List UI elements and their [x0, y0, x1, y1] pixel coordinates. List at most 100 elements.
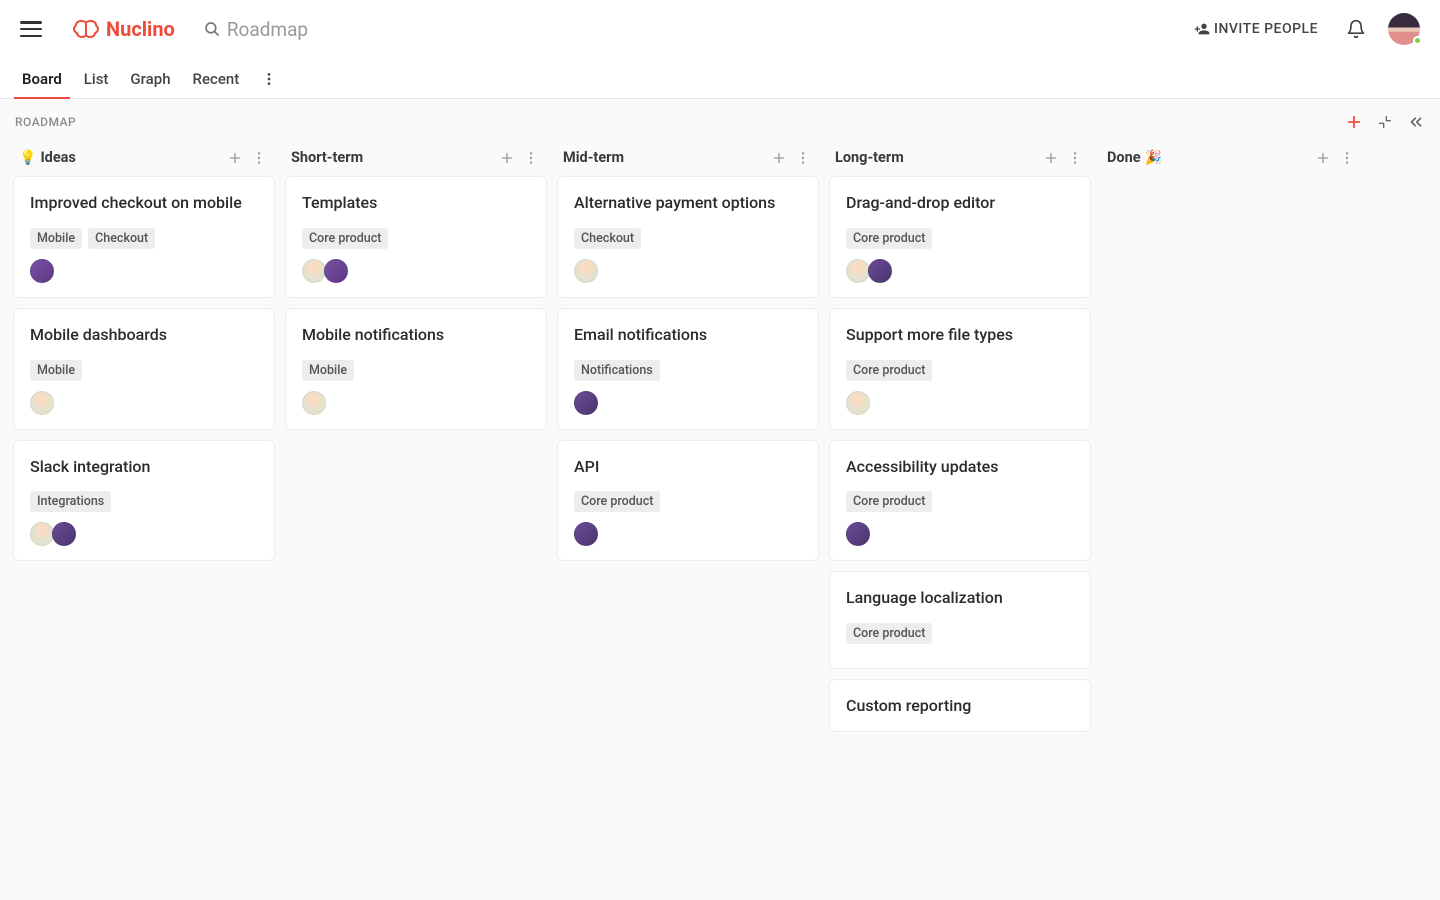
- more-vertical-icon: [523, 150, 539, 166]
- column-menu-button[interactable]: [1339, 150, 1355, 166]
- column-add-card-button[interactable]: [499, 150, 515, 166]
- card-title: Mobile dashboards: [30, 325, 258, 346]
- search[interactable]: Roadmap: [203, 18, 308, 41]
- avatar[interactable]: [868, 259, 892, 283]
- plus-icon: [499, 150, 515, 166]
- card[interactable]: Language localizationCore product: [829, 571, 1091, 669]
- avatar[interactable]: [846, 259, 870, 283]
- column-ideas: 💡Ideas Improved checkout on mobileMobileC…: [13, 145, 275, 571]
- column-header: 💡Ideas: [13, 145, 275, 176]
- column-add-card-button[interactable]: [1043, 150, 1059, 166]
- avatar[interactable]: [30, 259, 54, 283]
- card-title: Support more file types: [846, 325, 1074, 346]
- card-avatars: [574, 522, 802, 546]
- breadcrumb[interactable]: ROADMAP: [15, 115, 76, 129]
- card-title: Accessibility updates: [846, 457, 1074, 478]
- user-avatar[interactable]: [1388, 13, 1420, 45]
- avatar[interactable]: [324, 259, 348, 283]
- card-tags: Notifications: [574, 360, 802, 381]
- card-tags: Mobile: [302, 360, 530, 381]
- avatar[interactable]: [30, 391, 54, 415]
- card-tags: Core product: [846, 491, 1074, 512]
- presence-indicator: [1413, 36, 1422, 45]
- tag[interactable]: Mobile: [30, 360, 82, 381]
- card[interactable]: Alternative payment options Checkout: [557, 176, 819, 298]
- card-title: Alternative payment options: [574, 193, 802, 214]
- card[interactable]: Email notificationsNotifications: [557, 308, 819, 430]
- card[interactable]: Accessibility updates Core product: [829, 440, 1091, 562]
- column-menu-button[interactable]: [795, 150, 811, 166]
- avatar[interactable]: [846, 522, 870, 546]
- tabs-more-button[interactable]: [261, 71, 277, 87]
- column-title[interactable]: Short-term: [291, 149, 499, 166]
- column-title[interactable]: Done🎉: [1107, 149, 1315, 166]
- column-add-card-button[interactable]: [1315, 150, 1331, 166]
- plus-icon: [227, 150, 243, 166]
- card[interactable]: Custom reporting: [829, 679, 1091, 732]
- card-tags: Core product: [846, 228, 1074, 249]
- card-avatars: [30, 522, 258, 546]
- avatar[interactable]: [574, 259, 598, 283]
- tag[interactable]: Core product: [574, 491, 660, 512]
- tag[interactable]: Checkout: [574, 228, 641, 249]
- brain-icon: [72, 18, 100, 40]
- tag[interactable]: Checkout: [88, 228, 155, 249]
- hamburger-menu-icon[interactable]: [20, 18, 42, 40]
- card[interactable]: Support more file types Core product: [829, 308, 1091, 430]
- avatar[interactable]: [574, 522, 598, 546]
- avatar[interactable]: [846, 391, 870, 415]
- card[interactable]: Drag-and-drop editorCore product: [829, 176, 1091, 298]
- tag[interactable]: Notifications: [574, 360, 660, 381]
- column-title[interactable]: Long-term: [835, 149, 1043, 166]
- tag[interactable]: Core product: [302, 228, 388, 249]
- column-title[interactable]: 💡Ideas: [19, 149, 227, 166]
- tag[interactable]: Core product: [846, 623, 932, 644]
- tag[interactable]: Core product: [846, 491, 932, 512]
- more-vertical-icon: [251, 150, 267, 166]
- tag[interactable]: Mobile: [30, 228, 82, 249]
- avatar[interactable]: [574, 391, 598, 415]
- card[interactable]: Templates Core product: [285, 176, 547, 298]
- column-done: Done🎉: [1101, 145, 1363, 176]
- tag[interactable]: Core product: [846, 228, 932, 249]
- add-button[interactable]: [1345, 113, 1363, 131]
- tag[interactable]: Mobile: [302, 360, 354, 381]
- tab-list[interactable]: List: [84, 59, 109, 98]
- avatar[interactable]: [302, 259, 326, 283]
- tag[interactable]: Core product: [846, 360, 932, 381]
- tab-graph[interactable]: Graph: [130, 59, 170, 98]
- column-add-card-button[interactable]: [771, 150, 787, 166]
- column-emoji: 🎉: [1145, 150, 1162, 166]
- card-tags: Integrations: [30, 491, 258, 512]
- column-menu-button[interactable]: [1067, 150, 1083, 166]
- card[interactable]: Improved checkout on mobileMobileCheckou…: [13, 176, 275, 298]
- notifications-button[interactable]: [1346, 19, 1366, 39]
- tab-recent[interactable]: Recent: [193, 59, 240, 98]
- brand-logo[interactable]: Nuclino: [72, 17, 175, 41]
- collapse-button[interactable]: [1377, 114, 1393, 130]
- column-add-card-button[interactable]: [227, 150, 243, 166]
- invite-label: INVITE PEOPLE: [1214, 21, 1318, 37]
- column-menu-button[interactable]: [523, 150, 539, 166]
- card[interactable]: Slack integrationIntegrations: [13, 440, 275, 562]
- column-menu-button[interactable]: [251, 150, 267, 166]
- more-vertical-icon: [1339, 150, 1355, 166]
- board-columns: 💡Ideas Improved checkout on mobileMobileC…: [0, 137, 1440, 782]
- card[interactable]: Mobile notificationsMobile: [285, 308, 547, 430]
- column-short-term: Short-term Templates Core product Mobile no…: [285, 145, 547, 440]
- avatar[interactable]: [52, 522, 76, 546]
- column-title[interactable]: Mid-term: [563, 149, 771, 166]
- avatar[interactable]: [30, 522, 54, 546]
- board-header: ROADMAP: [0, 99, 1440, 137]
- topbar: Nuclino Roadmap INVITE PEOPLE: [0, 0, 1440, 59]
- card-avatars: [846, 259, 1074, 283]
- card-title: Templates: [302, 193, 530, 214]
- tag[interactable]: Integrations: [30, 491, 111, 512]
- card-tags: Mobile Checkout: [30, 228, 258, 249]
- avatar[interactable]: [302, 391, 326, 415]
- hide-panel-button[interactable]: [1407, 113, 1425, 131]
- invite-people-button[interactable]: INVITE PEOPLE: [1194, 21, 1318, 37]
- card[interactable]: Mobile dashboards Mobile: [13, 308, 275, 430]
- tab-board[interactable]: Board: [22, 59, 62, 98]
- card[interactable]: APICore product: [557, 440, 819, 562]
